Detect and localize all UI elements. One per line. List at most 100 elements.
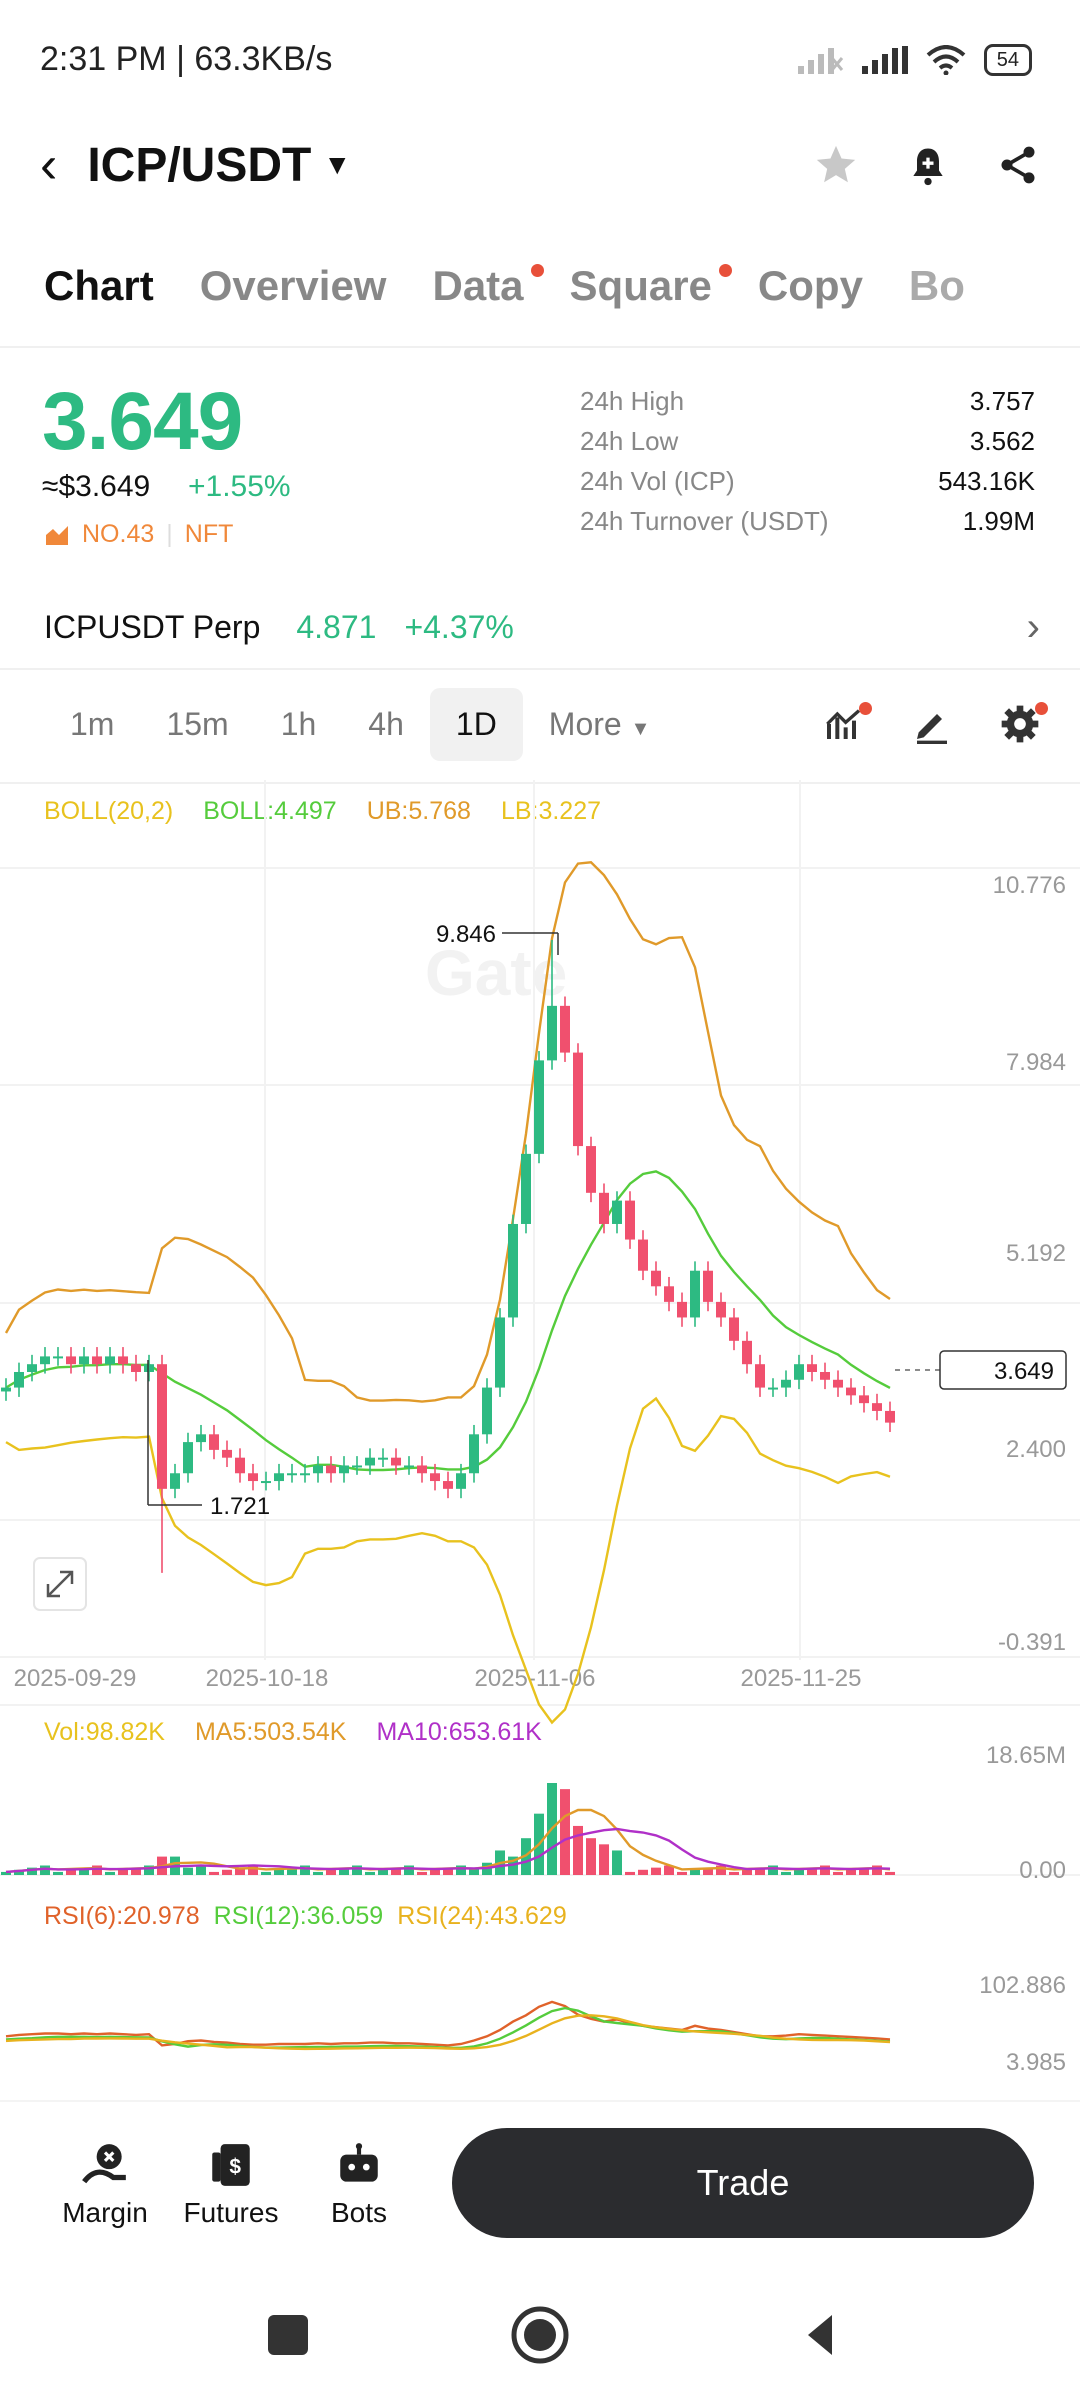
interval-4h[interactable]: 4h xyxy=(342,688,430,761)
tab-bots[interactable]: Bo xyxy=(909,262,965,310)
price-chart[interactable]: 10.776 7.984 5.192 2.400 -0.391 2025-09-… xyxy=(0,780,1080,2080)
stat-label: 24h Low xyxy=(580,426,679,456)
notification-dot xyxy=(859,702,872,715)
stats-table: 24h High 3.757 24h Low 3.562 24h Vol (ICP)… xyxy=(580,386,1035,546)
battery-icon: 54 xyxy=(983,44,1032,76)
tab-square[interactable]: Square xyxy=(569,262,732,310)
volume-bar xyxy=(378,1869,388,1875)
nav-margin-label: Margin xyxy=(62,2197,148,2228)
stat-value: 1.99M xyxy=(962,506,1035,536)
divider xyxy=(0,668,1080,670)
candle xyxy=(326,1456,336,1483)
volume-bar xyxy=(274,1869,284,1875)
vol-ma5: MA5:503.54K xyxy=(194,1718,347,1746)
stat-label: 24h Vol (ICP) xyxy=(580,466,735,496)
notification-dot xyxy=(718,264,732,277)
rank-label[interactable]: NO.43 xyxy=(82,520,154,549)
candle xyxy=(807,1354,817,1382)
signal-icon xyxy=(861,46,908,74)
tab-data[interactable]: Data xyxy=(432,262,544,310)
interval-1d[interactable]: 1D xyxy=(429,688,523,761)
status-time-speed: 2:31 PM | 63.3KB/s xyxy=(40,40,333,78)
nav-bots[interactable]: Bots xyxy=(294,2140,424,2229)
back-icon[interactable] xyxy=(808,2315,832,2355)
price-tick: -0.391 xyxy=(998,1629,1066,1656)
interval-1m[interactable]: 1m xyxy=(44,688,140,761)
candle xyxy=(612,1191,622,1234)
volume-bar xyxy=(833,1871,843,1875)
nav-margin[interactable]: Margin xyxy=(40,2140,170,2229)
candle xyxy=(131,1354,141,1382)
candle xyxy=(261,1471,271,1491)
vol-ma10: MA10:653.61K xyxy=(376,1718,542,1746)
tab-copy[interactable]: Copy xyxy=(758,262,863,310)
volume-bar xyxy=(638,1869,648,1875)
price-tick: 5.192 xyxy=(1006,1240,1066,1267)
candle xyxy=(235,1448,245,1483)
star-icon[interactable] xyxy=(812,142,860,188)
interval-bar: 1m 15m 1h 4h 1D More ▼ xyxy=(44,688,676,761)
chevron-right-icon: › xyxy=(1026,605,1040,649)
volume-bar xyxy=(599,1844,609,1875)
back-arrow-icon[interactable]: ‹ xyxy=(40,139,57,191)
volume-bar xyxy=(651,1867,661,1875)
stat-row: 24h Turnover (USDT) 1.99M xyxy=(580,506,1035,546)
pair-selector[interactable]: ICP/USDT xyxy=(87,138,311,193)
volume-bars xyxy=(1,1783,895,1875)
volume-bar xyxy=(677,1871,687,1875)
candle xyxy=(664,1276,674,1312)
volume-axis: 18.65M 0.00 xyxy=(986,1742,1066,1884)
volume-bar xyxy=(625,1871,635,1875)
candle xyxy=(105,1347,115,1374)
stat-label: 24h High xyxy=(580,386,685,416)
volume-bar xyxy=(430,1869,440,1875)
rsi-lines xyxy=(5,2000,891,2051)
nav-futures[interactable]: $ Futures xyxy=(166,2140,296,2229)
bell-plus-icon[interactable] xyxy=(906,142,950,188)
chart-tools xyxy=(824,702,1048,749)
candle xyxy=(170,1463,180,1499)
candle xyxy=(274,1463,284,1491)
usd-price: ≈$3.649 xyxy=(42,470,151,503)
rsi12: RSI(12):36.059 xyxy=(213,1902,384,1930)
candle xyxy=(521,1144,531,1234)
candle xyxy=(14,1362,24,1397)
nft-tag[interactable]: NFT xyxy=(185,520,234,549)
settings-icon[interactable] xyxy=(1000,702,1048,749)
candle xyxy=(118,1347,128,1374)
interval-1h[interactable]: 1h xyxy=(255,688,343,761)
date-tick: 2025-09-29 xyxy=(14,1665,137,1692)
caret-down-icon[interactable]: ▼ xyxy=(323,149,351,181)
share-icon[interactable] xyxy=(996,142,1040,188)
volume-bar xyxy=(417,1871,427,1875)
volume-bar xyxy=(573,1825,583,1875)
candle xyxy=(27,1354,37,1382)
volume-bar xyxy=(781,1871,791,1875)
home-icon[interactable] xyxy=(511,2306,569,2364)
divider xyxy=(0,346,1080,348)
interval-15m[interactable]: 15m xyxy=(140,688,254,761)
indicator-icon[interactable] xyxy=(824,702,872,749)
rsi-tick: 3.985 xyxy=(1006,2049,1066,2076)
trade-button[interactable]: Trade xyxy=(452,2128,1034,2238)
tab-square-label: Square xyxy=(569,262,712,309)
tab-overview[interactable]: Overview xyxy=(200,262,387,310)
recents-icon[interactable] xyxy=(268,2315,308,2355)
candle xyxy=(560,996,570,1062)
date-tick: 2025-11-25 xyxy=(741,1665,862,1692)
candle xyxy=(391,1448,401,1475)
expand-button[interactable] xyxy=(33,1557,87,1611)
candle xyxy=(651,1261,661,1296)
perp-row[interactable]: ICPUSDT Perp 4.871 +4.37% › xyxy=(44,605,1040,650)
trend-chart-icon xyxy=(46,525,68,545)
divider xyxy=(0,2100,1080,2102)
volume-ma-lines xyxy=(5,1808,891,1874)
tab-chart[interactable]: Chart xyxy=(44,262,154,310)
pencil-icon[interactable] xyxy=(912,704,952,744)
caret-down-icon: ▼ xyxy=(630,718,651,740)
candle xyxy=(872,1393,882,1421)
volume-bar xyxy=(742,1869,752,1875)
volume-bar xyxy=(118,1869,128,1875)
candle xyxy=(443,1471,453,1499)
interval-more[interactable]: More ▼ xyxy=(523,688,677,761)
